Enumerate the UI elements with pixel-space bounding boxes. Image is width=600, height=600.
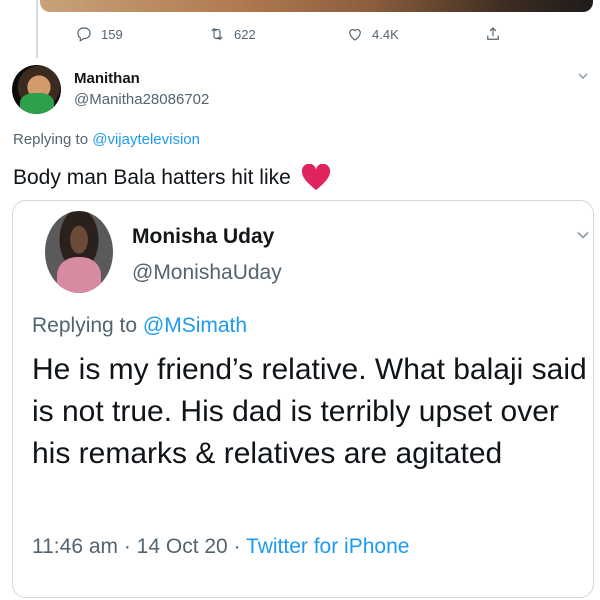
previous-tweet-actions: 159 622 4.4K <box>0 25 600 47</box>
retweet-button[interactable]: 622 <box>208 25 256 43</box>
heart-icon <box>301 163 331 192</box>
quoted-replying-prefix: Replying to <box>32 314 143 337</box>
quoted-replying-to: Replying to @MSimath <box>32 314 247 338</box>
retweet-icon <box>211 27 223 41</box>
reply-icon <box>77 27 91 42</box>
tweet-source-link[interactable]: Twitter for iPhone <box>246 535 409 558</box>
quoted-tweet-menu-button[interactable] <box>573 225 593 245</box>
meta-separator: · <box>118 535 137 558</box>
author-name[interactable]: Manithan <box>74 70 140 87</box>
like-button[interactable]: 4.4K <box>346 25 399 43</box>
tweet-menu-button[interactable] <box>575 68 591 84</box>
retweet-count: 622 <box>234 26 256 42</box>
quoted-tweet-text: He is my friend’s relative. What balaji … <box>32 353 587 470</box>
quoted-tweet-meta: 11:46 am · 14 Oct 20 · Twitter for iPhon… <box>32 535 409 559</box>
quoted-mention-link[interactable]: @MSimath <box>143 314 247 337</box>
quoted-tweet-card[interactable]: Monisha Uday @MonishaUday Replying to @M… <box>12 200 594 598</box>
author-handle[interactable]: @Manitha28086702 <box>74 91 209 108</box>
share-icon <box>487 27 499 40</box>
chevron-down-icon <box>577 231 589 239</box>
tweet-body: Body man Bala hatters hit like <box>13 166 291 189</box>
meta-separator: · <box>227 535 247 558</box>
tweet-time[interactable]: 11:46 am <box>32 535 118 558</box>
avatar[interactable] <box>12 65 61 114</box>
like-count: 4.4K <box>372 26 399 42</box>
reply-button[interactable]: 159 <box>75 25 123 43</box>
heart-outline-icon <box>349 29 361 41</box>
reply-count: 159 <box>101 26 123 42</box>
quoted-author-handle[interactable]: @MonishaUday <box>132 261 282 285</box>
quoted-author-name[interactable]: Monisha Uday <box>132 225 274 249</box>
mention-link[interactable]: @vijaytelevision <box>92 131 200 148</box>
tweet-text: Body man Bala hatters hit like <box>13 163 331 192</box>
replying-prefix: Replying to <box>13 131 93 148</box>
share-button[interactable] <box>484 25 502 43</box>
previous-tweet-media[interactable] <box>40 0 593 12</box>
chevron-down-icon <box>578 73 588 79</box>
tweet-date[interactable]: 14 Oct 20 <box>137 535 228 558</box>
replying-to: Replying to @vijaytelevision <box>13 131 200 148</box>
quoted-avatar[interactable] <box>45 211 113 293</box>
